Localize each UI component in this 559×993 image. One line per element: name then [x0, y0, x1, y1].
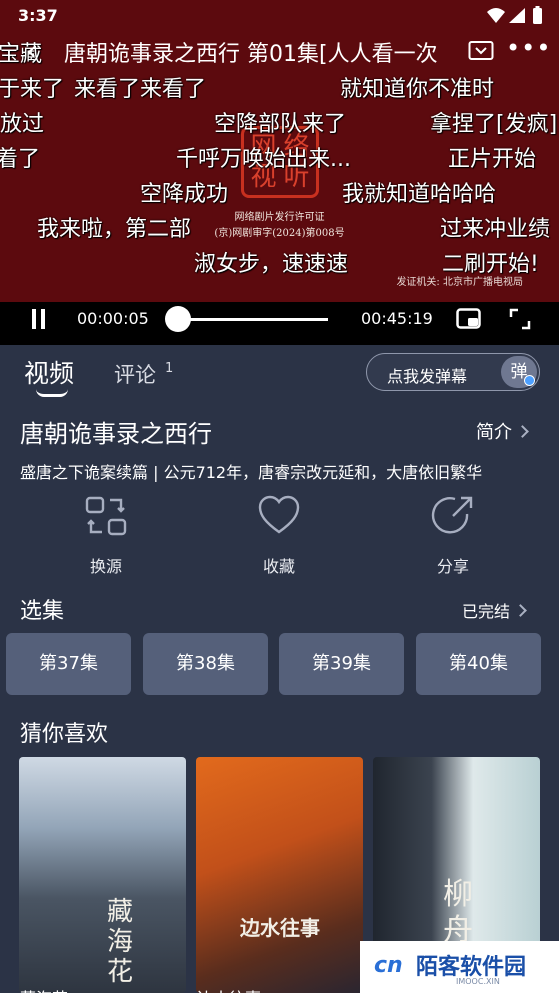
danmaku-comment: 我来啦，第二部 [37, 217, 192, 242]
poster-title: 边水往事 [240, 916, 320, 940]
recommend-poster[interactable]: 藏海花 [19, 757, 186, 993]
video-player[interactable]: 网 络 视 听 网络剧片发行许可证 (京)网剧审字(2024)第008号 发证机… [0, 0, 559, 345]
danmaku-comment: 来看了来看了 [74, 77, 207, 102]
poster-title: 柳舟 [443, 877, 473, 948]
recommend-caption[interactable]: 边水往事 [197, 985, 261, 993]
player-top-bar: ‹ 唐朝诡事录之西行 第01集[人人看一次 ••• [0, 32, 559, 72]
current-time: 00:00:05 [77, 309, 149, 328]
intro-link[interactable]: 简介 [476, 418, 529, 444]
danmaku-comment: 淑女步，速速速 [194, 252, 349, 277]
comment-count: 1 [165, 361, 174, 376]
site-logo-icon: cn [374, 953, 403, 978]
action-label: 收藏 [262, 557, 295, 576]
favorite-button[interactable]: 收藏 [239, 494, 319, 576]
episode-button[interactable]: 第39集 [279, 633, 404, 695]
danmaku-comment: 拿捏了[发疯] [430, 112, 558, 137]
picture-in-picture-icon[interactable] [456, 308, 482, 330]
player-title: 唐朝诡事录之西行 第01集[人人看一次 [64, 42, 438, 67]
tv-cast-icon[interactable] [468, 40, 494, 62]
action-label: 分享 [436, 557, 469, 576]
danmaku-comment: 空降部队来了 [214, 112, 347, 137]
active-tab-indicator [36, 389, 68, 397]
action-label: 换源 [89, 557, 122, 576]
recommend-caption[interactable]: 藏海花 [20, 985, 68, 993]
tab-video[interactable]: 视频 [24, 354, 74, 390]
more-icon[interactable]: ••• [506, 34, 551, 62]
episode-button[interactable]: 第40集 [416, 633, 541, 695]
share-icon [431, 496, 473, 534]
danmaku-comment: 我就知道哈哈哈 [342, 182, 497, 207]
heart-icon [258, 495, 300, 534]
danmaku-comment: 千呼万唤始出来... [176, 147, 351, 172]
player-controls: 00:00:05 00:45:19 [0, 302, 559, 345]
danmaku-comment: 于来了 [0, 77, 65, 102]
switch-source-button[interactable]: 换源 [66, 494, 146, 576]
signal-icon [509, 8, 525, 23]
danmaku-input[interactable]: 点我发弹幕 弹 [366, 353, 540, 391]
chevron-right-icon [516, 425, 529, 438]
progress-handle[interactable] [165, 306, 191, 332]
duration: 00:45:19 [361, 309, 433, 328]
watermark-sub: IMOOC.XIN [456, 977, 500, 986]
fullscreen-icon[interactable] [508, 307, 532, 331]
back-icon[interactable]: ‹ [26, 36, 37, 66]
episode-button[interactable]: 第37集 [6, 633, 131, 695]
episode-button[interactable]: 第38集 [143, 633, 268, 695]
chevron-right-icon [514, 604, 527, 617]
danmaku-comment: 放过 [0, 112, 45, 137]
poster-title: 藏海花 [107, 897, 134, 987]
danmaku-toggle[interactable]: 弹 [501, 356, 537, 388]
site-watermark: cn 陌客软件园 IMOOC.XIN [360, 941, 559, 993]
wifi-icon [487, 8, 505, 23]
show-description: 盛唐之下诡案续篇 | 公元712年，唐睿宗改元延和，大唐依旧繁华 [20, 463, 483, 482]
status-icons [487, 6, 542, 24]
battery-icon [533, 6, 542, 24]
danmaku-comment: 空降成功 [140, 182, 229, 207]
check-icon [524, 375, 535, 386]
episodes-status[interactable]: 已完结 [462, 598, 527, 622]
recommend-title: 猜你喜欢 [20, 722, 109, 747]
danmaku-comment: 正片开始 [448, 147, 537, 172]
danmaku-comment: 过来冲业绩 [440, 217, 551, 242]
show-title: 唐朝诡事录之西行 [20, 420, 212, 448]
status-bar: 3:37 [0, 0, 559, 32]
content-tabs: 视频 评论 1 点我发弹幕 弹 [0, 345, 559, 405]
danmaku-comment: 着了 [0, 147, 41, 172]
danmaku-placeholder: 点我发弹幕 [387, 367, 468, 386]
recommend-poster[interactable]: 边水往事 [196, 757, 363, 993]
switch-source-icon [85, 496, 127, 536]
progress-track[interactable] [178, 318, 328, 321]
danmaku-comment: 就知道你不准时 [340, 77, 495, 102]
share-button[interactable]: 分享 [413, 494, 493, 576]
status-time: 3:37 [18, 6, 58, 25]
danmaku-comment: 二刷开始! [442, 252, 539, 277]
tab-comment[interactable]: 评论 [114, 359, 156, 389]
episodes-title: 选集 [20, 599, 65, 624]
pause-icon[interactable] [30, 309, 48, 329]
